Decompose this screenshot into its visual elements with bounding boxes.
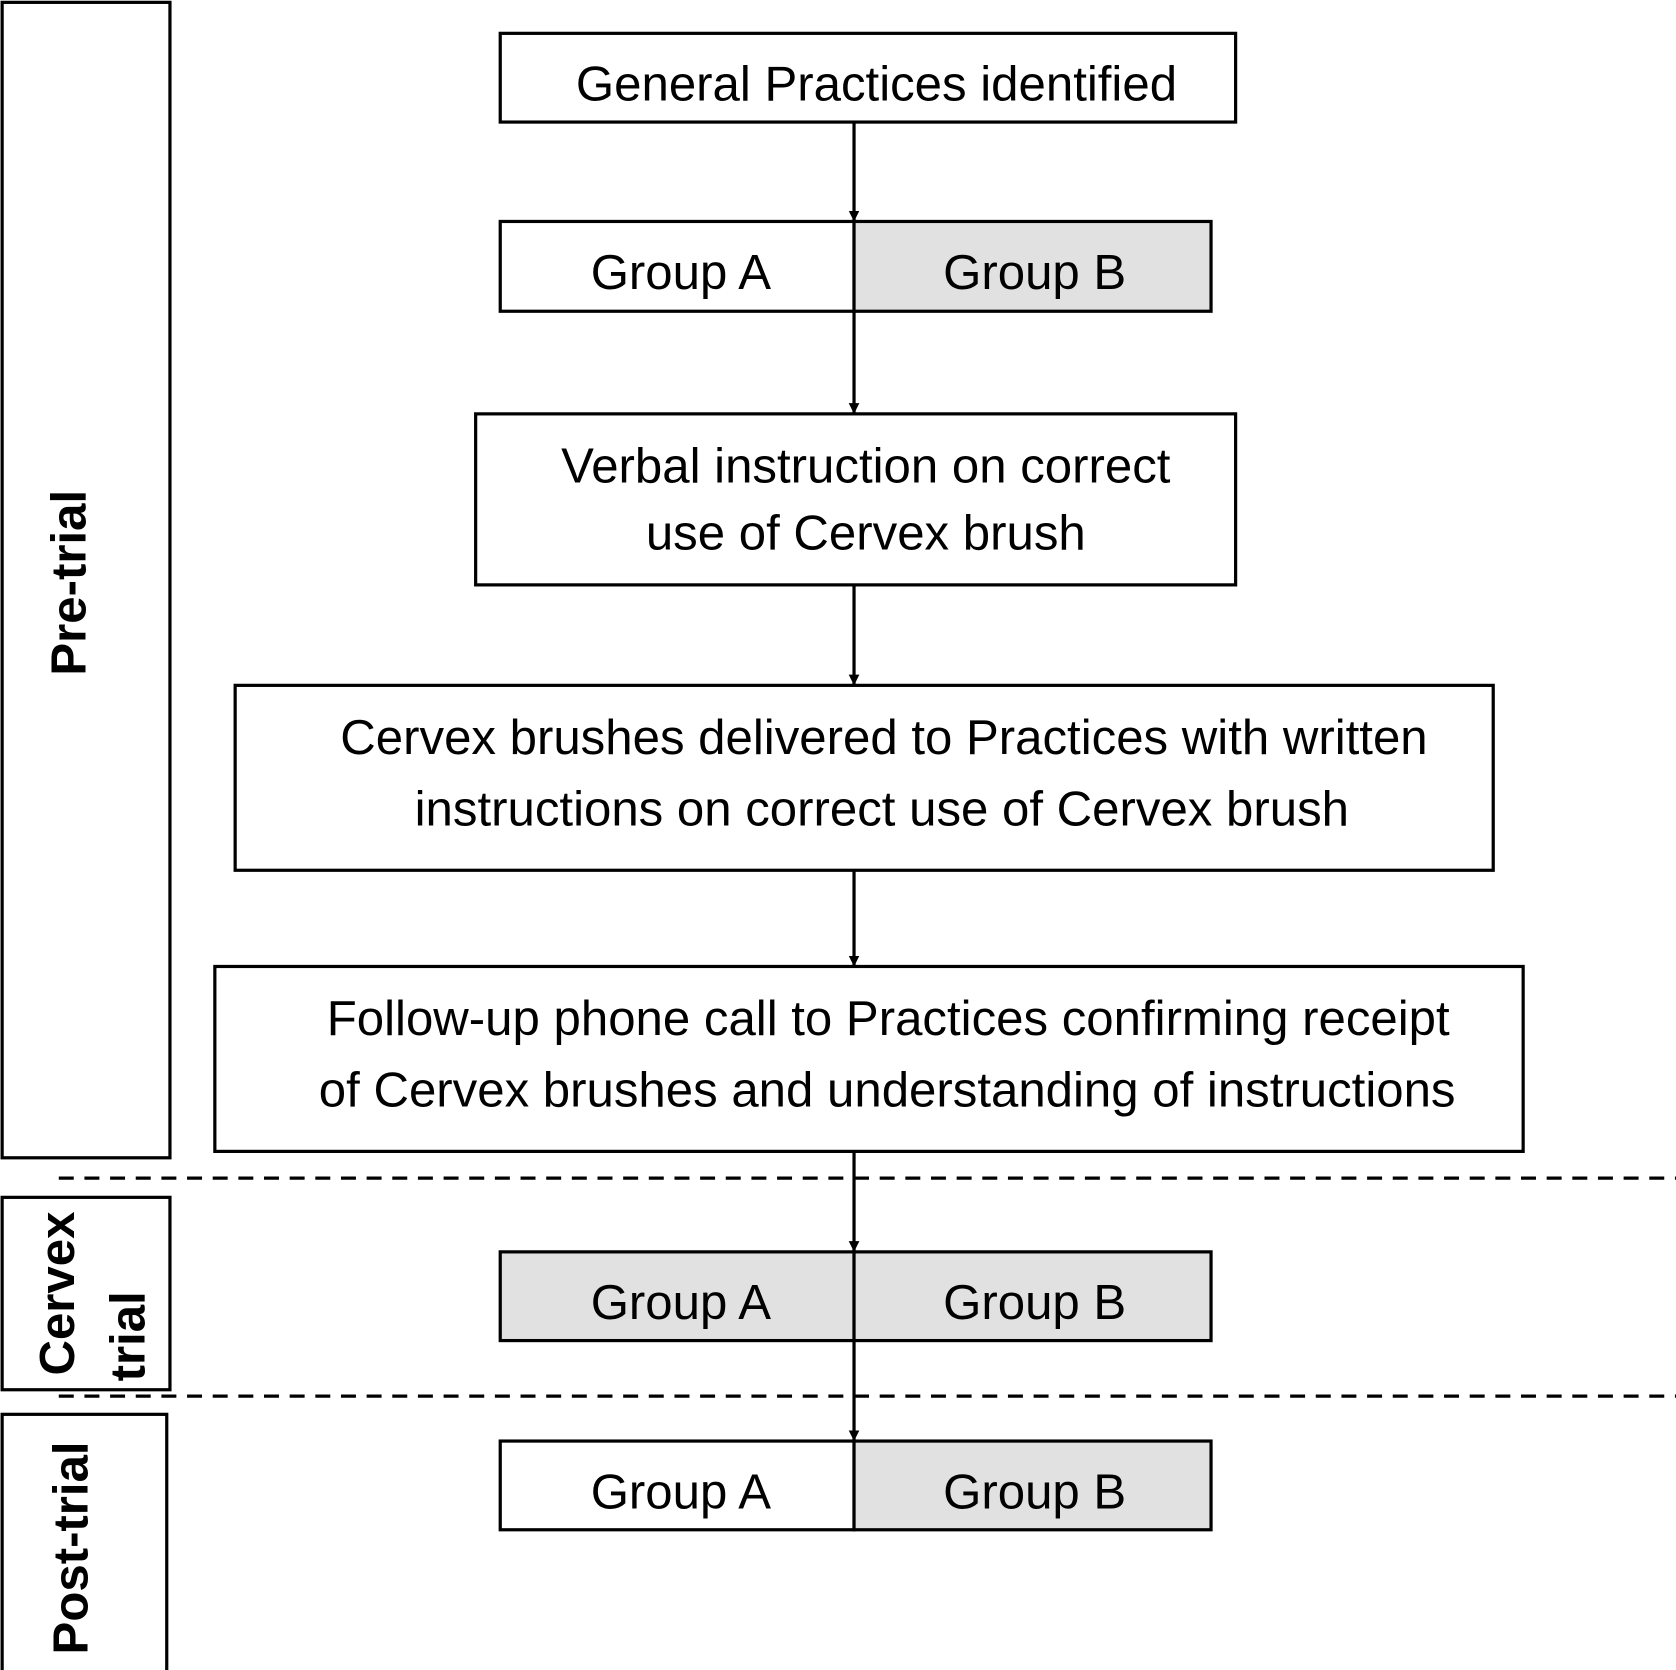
phase-label: Cervex — [30, 1212, 85, 1376]
flowchart: Pre-trial Cervex trial Post-trial Genera… — [0, 0, 1676, 1670]
step-text: Follow-up phone call to Practices confir… — [327, 991, 1450, 1046]
group-a-label: Group A — [591, 1464, 772, 1519]
phase-post-trial: Post-trial — [0, 1412, 169, 1670]
step-follow-up-call: Follow-up phone call to Practices confir… — [213, 964, 1525, 1153]
step-text: Cervex brushes delivered to Practices wi… — [340, 710, 1427, 765]
group-a-label: Group A — [591, 1275, 772, 1330]
step-brushes-delivered: Cervex brushes delivered to Practices wi… — [233, 683, 1495, 872]
phase-pre-trial: Pre-trial — [0, 0, 172, 1160]
groups-post-trial: Group A Group B — [498, 1439, 1213, 1532]
phase-cervex-trial: Cervex trial — [0, 1195, 172, 1392]
phase-label: Pre-trial — [42, 490, 97, 676]
step-verbal-instruction: Verbal instruction on correct use of Cer… — [474, 412, 1238, 587]
step-text: Verbal instruction on correct — [561, 438, 1171, 493]
groups-pre-trial: Group A Group B — [498, 219, 1213, 313]
phase-label: Post-trial — [44, 1441, 99, 1654]
step-text: General Practices identified — [576, 57, 1177, 112]
step-text: instructions on correct use of Cervex br… — [415, 781, 1349, 836]
group-a-label: Group A — [591, 245, 772, 300]
step-text: use of Cervex brush — [646, 506, 1086, 561]
step-text: of Cervex brushes and understanding of i… — [319, 1062, 1456, 1117]
group-b-label: Group B — [943, 1464, 1126, 1519]
group-b-label: Group B — [943, 1275, 1126, 1330]
groups-cervex-trial: Group A Group B — [498, 1250, 1213, 1343]
group-b-label: Group B — [943, 245, 1126, 300]
step-practices-identified: General Practices identified — [498, 31, 1238, 124]
phase-label: trial — [100, 1291, 155, 1381]
